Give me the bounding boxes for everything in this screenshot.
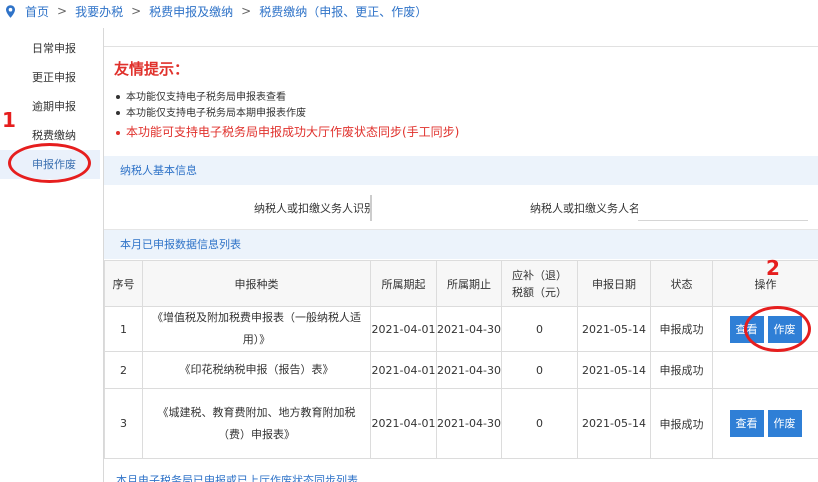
view-button[interactable]: 查看 bbox=[729, 315, 764, 343]
cell-type: 《增值税及附加税费申报表（一般纳税人适用）》 bbox=[142, 306, 371, 352]
cell-end: 2021-04-30 bbox=[436, 306, 502, 352]
cell-date: 2021-05-14 bbox=[577, 351, 651, 389]
col-header-start: 所属期起 bbox=[370, 260, 437, 307]
table-row: 2 《印花税纳税申报（报告）表》 2021-04-01 2021-04-30 0… bbox=[104, 351, 818, 389]
sidebar-item-daily-declare[interactable]: 日常申报 bbox=[0, 34, 100, 63]
breadcrumb-separator: > bbox=[131, 4, 142, 18]
cell-status: 申报成功 bbox=[650, 388, 713, 459]
cell-actions: 查看 作废 bbox=[712, 388, 818, 459]
col-header-no: 序号 bbox=[104, 260, 143, 307]
bullet-dot-icon bbox=[116, 111, 120, 115]
sidebar-item-declare-void[interactable]: 申报作废 bbox=[0, 150, 100, 179]
cell-start: 2021-04-01 bbox=[370, 351, 437, 389]
section-sync-list-partial: 本月电子税务局已申报或已上厅作废状态同步列表 bbox=[116, 474, 358, 482]
cell-actions bbox=[712, 351, 818, 389]
cell-no: 3 bbox=[104, 388, 143, 459]
view-button[interactable]: 查看 bbox=[729, 410, 764, 437]
col-header-date: 申报日期 bbox=[577, 260, 651, 307]
cell-amount: 0 bbox=[501, 351, 578, 389]
breadcrumb-separator: > bbox=[57, 4, 68, 18]
table-row: 1 《增值税及附加税费申报表（一般纳税人适用）》 2021-04-01 2021… bbox=[104, 306, 818, 352]
cell-type: 《印花税纳税申报（报告）表》 bbox=[142, 351, 371, 389]
col-header-amount: 应补（退）税额（元） bbox=[501, 260, 578, 307]
breadcrumb-current: 税费缴纳（申报、更正、作废） bbox=[259, 4, 428, 19]
declared-list-table: 序号 申报种类 所属期起 所属期止 应补（退）税额（元） 申报日期 状态 操作 … bbox=[104, 260, 818, 459]
tip-text: 本功能仅支持电子税务局申报表查看 bbox=[126, 92, 286, 103]
void-button[interactable]: 作废 bbox=[767, 315, 802, 343]
tip-line-highlight: 本功能可支持电子税务局申报成功大厅作废状态同步(手工同步) bbox=[116, 122, 459, 142]
table-header-row: 序号 申报种类 所属期起 所属期止 应补（退）税额（元） 申报日期 状态 操作 bbox=[104, 260, 818, 307]
bullet-dot-icon bbox=[116, 130, 120, 135]
sidebar-item-correction-declare[interactable]: 更正申报 bbox=[0, 63, 100, 92]
breadcrumb-separator: > bbox=[241, 4, 252, 18]
location-pin-icon bbox=[6, 4, 15, 18]
cell-amount: 0 bbox=[501, 388, 578, 459]
taxpayer-name-label: 纳税人或扣缴义务人名称 bbox=[530, 202, 651, 215]
breadcrumb-declare-pay[interactable]: 税费申报及缴纳 bbox=[149, 3, 233, 20]
sidebar-nav: 日常申报 更正申报 逾期申报 税费缴纳 申报作废 bbox=[0, 34, 100, 179]
tip-text: 本功能可支持电子税务局申报成功大厅作废状态同步(手工同步) bbox=[126, 125, 460, 139]
main-panel: 友情提示： 本功能仅支持电子税务局申报表查看 本功能仅支持电子税务局本期申报表作… bbox=[104, 46, 818, 482]
breadcrumb: 首页 > 我要办税 > 税费申报及缴纳 > 税费缴纳（申报、更正、作废） bbox=[0, 0, 818, 22]
annotation-number-1: 1 bbox=[2, 108, 16, 132]
cell-start: 2021-04-01 bbox=[370, 306, 437, 352]
section-declared-list: 本月已申报数据信息列表 bbox=[104, 230, 818, 259]
tip-line: 本功能仅支持电子税务局本期申报表作废 bbox=[116, 106, 459, 122]
breadcrumb-tax-handling[interactable]: 我要办税 bbox=[75, 3, 123, 20]
annotation-number-2: 2 bbox=[766, 256, 780, 280]
col-header-type: 申报种类 bbox=[142, 260, 371, 307]
top-divider bbox=[104, 46, 818, 47]
cell-start: 2021-04-01 bbox=[370, 388, 437, 459]
cell-no: 2 bbox=[104, 351, 143, 389]
taxpayer-id-field[interactable] bbox=[370, 195, 488, 221]
cell-status: 申报成功 bbox=[650, 306, 713, 352]
cell-date: 2021-05-14 bbox=[577, 388, 651, 459]
cell-amount: 0 bbox=[501, 306, 578, 352]
taxpayer-name-field[interactable] bbox=[638, 195, 808, 221]
cell-status: 申报成功 bbox=[650, 351, 713, 389]
tip-text: 本功能仅支持电子税务局本期申报表作废 bbox=[126, 108, 306, 119]
bullet-dot-icon bbox=[116, 95, 120, 99]
cell-end: 2021-04-30 bbox=[436, 351, 502, 389]
cell-type: 《城建税、教育费附加、地方教育附加税（费）申报表》 bbox=[142, 388, 371, 459]
section-taxpayer-info: 纳税人基本信息 bbox=[104, 156, 818, 185]
tips-title: 友情提示： bbox=[114, 60, 190, 78]
col-header-end: 所属期止 bbox=[436, 260, 502, 307]
cell-date: 2021-05-14 bbox=[577, 306, 651, 352]
taxpayer-id-label: 纳税人或扣缴义务人识别号 bbox=[254, 202, 386, 215]
cell-end: 2021-04-30 bbox=[436, 388, 502, 459]
cell-no: 1 bbox=[104, 306, 143, 352]
breadcrumb-home[interactable]: 首页 bbox=[25, 3, 49, 20]
taxpayer-info-row: 纳税人或扣缴义务人识别号 纳税人或扣缴义务人名称 bbox=[104, 185, 818, 230]
tips-list: 本功能仅支持电子税务局申报表查看 本功能仅支持电子税务局本期申报表作废 本功能可… bbox=[116, 90, 459, 142]
tip-line: 本功能仅支持电子税务局申报表查看 bbox=[116, 90, 459, 106]
cell-actions: 查看 作废 bbox=[712, 306, 818, 352]
col-header-status: 状态 bbox=[650, 260, 713, 307]
void-button[interactable]: 作废 bbox=[767, 410, 802, 437]
table-row: 3 《城建税、教育费附加、地方教育附加税（费）申报表》 2021-04-01 2… bbox=[104, 388, 818, 459]
